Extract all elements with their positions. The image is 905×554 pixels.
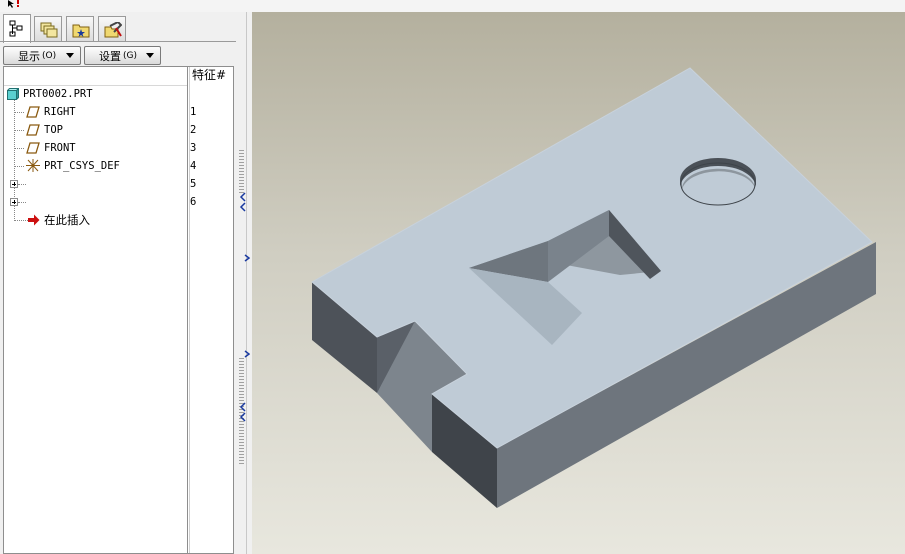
expand-plus-icon[interactable] [10, 198, 18, 206]
tree-item-top[interactable]: TOP [4, 121, 187, 139]
tree-item-feature-6[interactable] [4, 193, 187, 211]
feature-number-column-header[interactable]: 特征# [189, 67, 233, 85]
navigator-tabs [0, 12, 236, 43]
tabs-divider [0, 41, 236, 42]
part-icon [7, 88, 19, 100]
graphics-viewport[interactable] [252, 12, 905, 554]
favorites-tools-icon [104, 22, 122, 38]
tree-item-label: RIGHT [44, 106, 76, 118]
feature-number: 1 [190, 106, 197, 118]
settings-dropdown-button[interactable]: 设置 (G) [84, 46, 161, 65]
show-accelerator: (O) [42, 50, 57, 61]
tree-item-label: TOP [44, 124, 63, 136]
tab-model-tree[interactable] [3, 14, 31, 43]
tab-favorites[interactable] [98, 16, 126, 41]
feature-number: 6 [190, 196, 197, 208]
column-separator[interactable] [187, 67, 188, 553]
feature-number: 3 [190, 142, 197, 154]
datum-plane-icon [26, 124, 40, 136]
coordinate-system-icon [26, 159, 40, 172]
tree-item-label: FRONT [44, 142, 76, 154]
folder-star-icon [72, 24, 90, 38]
datum-plane-icon [26, 106, 40, 118]
insert-here-label: 在此插入 [44, 213, 90, 227]
show-label: 显示 [18, 49, 40, 63]
splitter-line [246, 12, 247, 554]
navigator-panel: 显示 (O) 设置 (G) 特征# PRT0002.PRT RIGHT 1 TO… [0, 12, 236, 554]
model-tree-icon [9, 20, 23, 37]
show-dropdown-button[interactable]: 显示 (O) [3, 46, 81, 65]
settings-accelerator: (G) [123, 50, 137, 61]
chevron-down-icon [66, 53, 74, 58]
expand-right-icon[interactable] [244, 254, 250, 262]
part-model[interactable] [252, 12, 905, 554]
tree-item-csys[interactable]: PRT_CSYS_DEF [4, 157, 187, 175]
layers-icon [40, 22, 58, 38]
tree-item-label: PRT_CSYS_DEF [44, 160, 120, 172]
tree-item-front[interactable]: FRONT [4, 139, 187, 157]
datum-plane-icon [26, 142, 40, 154]
tab-layers[interactable] [34, 16, 62, 41]
panel-splitter[interactable] [236, 12, 252, 554]
tree-insert-here[interactable]: 在此插入 [4, 211, 187, 229]
top-strip [0, 0, 905, 12]
feature-number: 2 [190, 124, 197, 136]
tree-root-part[interactable]: PRT0002.PRT [4, 85, 187, 103]
tab-folder-browser[interactable] [66, 16, 94, 41]
collapse-left-icon[interactable] [239, 402, 247, 422]
red-arrow-icon [28, 214, 40, 226]
expand-right-icon[interactable] [244, 350, 250, 358]
model-tree: 特征# PRT0002.PRT RIGHT 1 TOP 2 FRONT 3 PR… [3, 66, 234, 554]
tree-toolbar: 显示 (O) 设置 (G) [0, 46, 236, 66]
tree-root-label: PRT0002.PRT [23, 88, 93, 100]
collapse-left-icon[interactable] [239, 192, 247, 212]
splitter-grip[interactable] [239, 150, 244, 195]
feature-number: 5 [190, 178, 197, 190]
feature-number: 4 [190, 160, 197, 172]
tree-item-right[interactable]: RIGHT [4, 103, 187, 121]
chevron-down-icon [146, 53, 154, 58]
settings-label: 设置 [99, 49, 121, 63]
select-pointer-icon[interactable] [6, 0, 22, 8]
tree-item-feature-5[interactable] [4, 175, 187, 193]
expand-plus-icon[interactable] [10, 180, 18, 188]
